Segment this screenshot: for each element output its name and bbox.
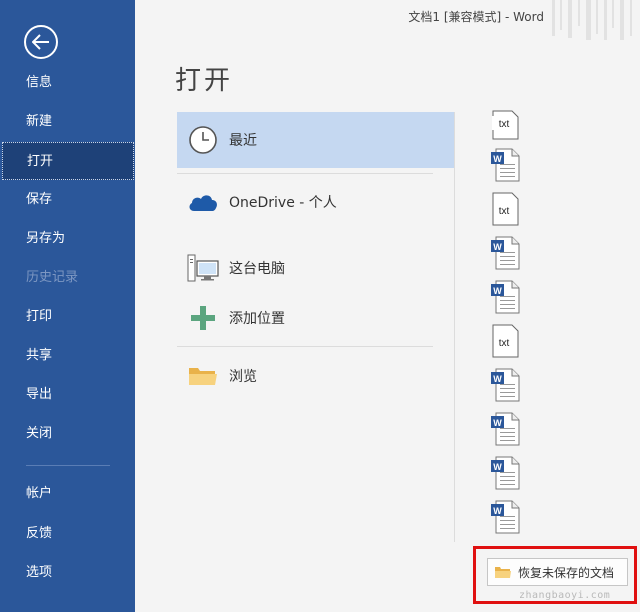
folder-icon — [177, 348, 229, 404]
recent-file-word[interactable]: W — [490, 368, 520, 404]
svg-text:txt: txt — [499, 119, 510, 130]
word-file-icon: W — [491, 456, 520, 490]
title-decoration — [548, 0, 640, 40]
back-arrow-icon — [32, 34, 49, 50]
svg-text:W: W — [493, 462, 502, 472]
svg-text:W: W — [493, 374, 502, 384]
word-file-icon: W — [491, 412, 520, 446]
svg-text:txt: txt — [499, 206, 510, 217]
text-file-icon: txt — [492, 324, 519, 358]
location-browse[interactable]: 浏览 — [177, 348, 454, 404]
nav-item-account[interactable]: 帐户 — [0, 475, 135, 513]
svg-text:W: W — [493, 286, 502, 296]
location-label: 最近 — [229, 133, 257, 149]
word-file-icon: W — [491, 148, 520, 182]
nav-item-history: 历史记录 — [26, 270, 79, 285]
word-file-icon: W — [491, 500, 520, 534]
nav-item-open[interactable]: 打开 — [2, 142, 134, 180]
nav-item-print[interactable]: 打印 — [0, 298, 135, 336]
watermark: zhangbaoyi.com — [519, 590, 611, 601]
open-pane: 文档1 [兼容模式] - Word 打开 最近 OneDrive - 个人 这台… — [135, 0, 640, 612]
nav-item-save-as[interactable]: 另存为 — [0, 220, 135, 258]
recent-file-txt[interactable]: txt — [490, 192, 520, 228]
location-onedrive[interactable]: OneDrive - 个人 — [177, 174, 454, 230]
computer-icon — [177, 240, 229, 296]
nav-item-new[interactable]: 新建 — [0, 103, 135, 141]
location-label: 这台电脑 — [229, 261, 285, 277]
folder-icon — [494, 565, 512, 579]
location-label: 添加位置 — [229, 311, 285, 327]
window-title: 文档1 [兼容模式] - Word — [408, 10, 544, 24]
location-this-pc[interactable]: 这台电脑 — [177, 240, 454, 296]
word-file-icon: W — [491, 368, 520, 402]
recent-file-txt[interactable]: txt — [490, 324, 520, 360]
page-title: 打开 — [175, 66, 234, 96]
recent-file-word[interactable]: W — [490, 236, 520, 272]
back-button[interactable] — [24, 25, 58, 59]
pane-divider — [454, 112, 455, 542]
location-label: 浏览 — [229, 369, 257, 385]
nav-item-export[interactable]: 导出 — [0, 376, 135, 414]
recent-file-word[interactable]: W — [490, 148, 520, 184]
nav-item-save[interactable]: 保存 — [0, 181, 135, 219]
location-divider — [177, 346, 433, 347]
text-file-icon: txt — [492, 110, 519, 140]
nav-item-share[interactable]: 共享 — [0, 337, 135, 375]
recent-file-word[interactable]: W — [490, 280, 520, 316]
nav-item-feedback[interactable]: 反馈 — [0, 515, 135, 553]
recent-file-word[interactable]: W — [490, 456, 520, 492]
recent-file-txt[interactable]: txt — [490, 110, 520, 146]
backstage-nav: 信息 新建 打开 保存 另存为 历史记录 打印 共享 导出 关闭 帐户 反馈 选… — [0, 0, 135, 612]
location-label: OneDrive - 个人 — [229, 195, 337, 211]
plus-icon — [177, 290, 229, 346]
word-file-icon: W — [491, 280, 520, 314]
nav-item-info[interactable]: 信息 — [0, 64, 135, 102]
svg-text:W: W — [493, 418, 502, 428]
nav-divider — [26, 465, 110, 466]
clock-icon — [177, 112, 229, 168]
svg-text:W: W — [493, 154, 502, 164]
location-add-place[interactable]: 添加位置 — [177, 290, 454, 346]
svg-text:txt: txt — [499, 338, 510, 349]
recover-unsaved-button[interactable]: 恢复未保存的文档 — [487, 558, 628, 586]
recent-file-word[interactable]: W — [490, 500, 520, 536]
nav-item-close[interactable]: 关闭 — [0, 415, 135, 453]
location-recent[interactable]: 最近 — [177, 112, 454, 168]
text-file-icon: txt — [492, 192, 519, 226]
nav-item-options[interactable]: 选项 — [0, 554, 135, 592]
word-file-icon: W — [491, 236, 520, 270]
svg-text:W: W — [493, 242, 502, 252]
svg-text:W: W — [493, 506, 502, 516]
recover-unsaved-label: 恢复未保存的文档 — [518, 565, 615, 580]
recent-file-word[interactable]: W — [490, 412, 520, 448]
cloud-icon — [177, 174, 229, 230]
